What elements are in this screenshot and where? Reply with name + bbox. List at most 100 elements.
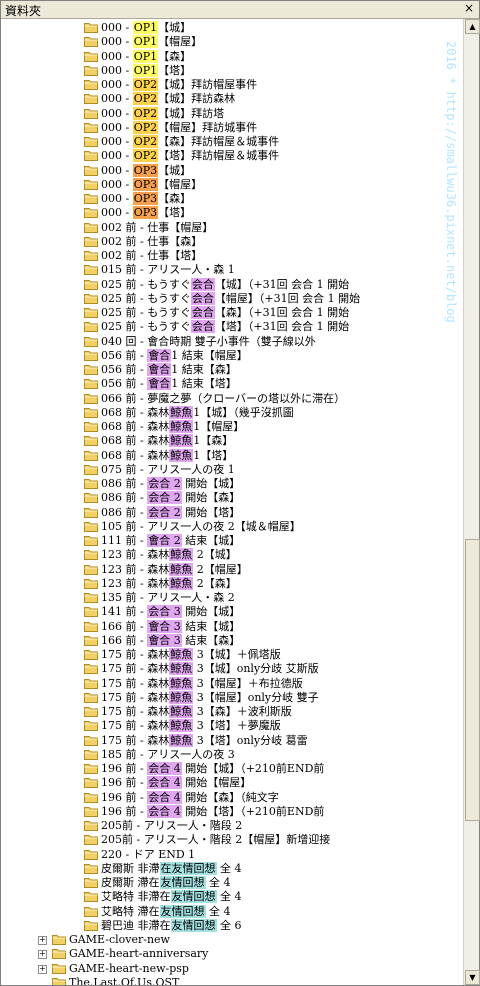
tree-item[interactable]: 123 前 - 森林鯨魚 2【帽屋】 [84,562,248,577]
tree-item[interactable]: 056 前 - 會合1 結束【帽屋】 [84,348,248,363]
item-label: 3【森】＋波利斯版 [193,705,292,718]
tree-item[interactable]: 196 前 - 会合 4 開始【森】（純文字 [84,790,279,805]
tree-item[interactable]: 056 前 - 會合1 結束【森】 [84,363,237,377]
tree-item[interactable]: 碧巴迪 非滯在友情回想 全 6 [84,918,242,933]
highlighted-label: OP2 [132,106,159,120]
tree-item[interactable]: 025 前 - もうすぐ会合【城】（+31回 会合 1 開始 [84,277,349,292]
folder-icon [84,378,98,390]
scroll-down-button[interactable]: ▼ [465,970,480,985]
highlighted-label: OP3 [132,206,159,220]
expand-icon[interactable]: + [38,964,47,974]
highlighted-label: 友情回想 [159,876,206,889]
tree-item[interactable]: 000 - OP3【森】 [84,192,191,206]
tree-item[interactable]: 000 - OP2【城】拜訪森林 [84,92,235,106]
tree-item[interactable]: 056 前 - 會合1 結束【塔】 [84,377,237,391]
folder-icon [84,507,98,518]
tree-item[interactable]: 075 前 - アリス一人の夜 1 [84,463,235,477]
tree-item[interactable]: 艾略特 滯在友情回想 全 4 [84,904,231,919]
vertical-scrollbar[interactable]: ▲ ▼ [463,19,480,985]
highlighted-label: 鯨魚 [169,705,194,718]
tree-item[interactable]: 068 前 - 森林鯨魚1【塔】 [84,448,233,463]
item-label: 1 結束【帽屋】 [171,348,248,362]
tree-item[interactable]: 000 - OP2【城】拜訪帽屋事件 [84,78,257,92]
tree-item[interactable]: 025 前 - もうすぐ会合【帽屋】（+31回 会合 1 開始 [84,291,360,306]
item-label: 開始【城】（+210前END前 [181,762,325,775]
tree-item[interactable]: 002 前 - 仕事【塔】 [84,249,202,263]
item-label: 196 前 - [101,776,148,790]
tree-item[interactable]: 000 - OP3【帽屋】 [84,177,202,192]
tree-item[interactable]: 皮爾斯 非滯在友情回想 全 4 [84,861,242,876]
item-label: 000 - [101,21,133,34]
folder-icon [84,350,98,361]
top-folder-item[interactable]: GAME-heart-new-psp [52,962,189,976]
tree-item[interactable]: 086 前 - 会合 2 開始【城】 [84,477,240,491]
folder-icon [84,849,98,860]
item-label: 196 前 - [101,804,148,818]
item-label: 【城】拜訪塔 [158,106,225,120]
scroll-thumb[interactable] [465,539,480,821]
tree-item[interactable]: 015 前 - アリス一人・森 1 [84,263,235,277]
tree-item[interactable]: 086 前 - 会合 2 開始【塔】 [84,505,241,520]
top-folder-item[interactable]: GAME-clover-new [52,933,170,947]
tree-item[interactable]: 105 前 - アリス一人の夜 2【城＆帽屋】 [84,520,301,534]
tree-item[interactable]: 艾略特 非滯在友情回想 全 4 [84,890,242,904]
tree-item[interactable]: 068 前 - 森林鯨魚1【帽屋】 [84,420,244,434]
tree-item[interactable]: 196 前 - 会合 4 開始【帽屋】 [84,776,251,790]
tree-item[interactable]: 040 回 - 會合時期 雙子小事件（雙子線以外 [84,335,316,349]
top-folder-item[interactable]: The.Last.Of.Us.OST [52,976,179,985]
tree-item[interactable]: 175 前 - 森林鯨魚 3【城】＋佩塔版 [84,648,281,662]
tree-item[interactable]: 000 - OP2【城】拜訪塔 [84,106,225,121]
tree-item[interactable]: 025 前 - もうすぐ会合【森】（+31回 会合 1 開始 [84,306,349,320]
highlighted-label: 會合 2 [147,534,182,547]
tree-item[interactable]: 皮爾斯 滯在友情回想 全 4 [84,876,231,890]
folder-icon [84,635,98,646]
tree-item[interactable]: 175 前 - 森林鯨魚 3【城】only分歧 艾斯版 [84,662,319,676]
tree-item[interactable]: 166 前 - 會合 3 結束【城】 [84,619,240,634]
tree-item[interactable]: 175 前 - 森林鯨魚 3【塔】only分岐 葛雷 [84,733,308,748]
close-icon[interactable]: × [464,1,474,15]
tree-item[interactable]: 205前 - アリス一人・階段 2 [84,819,242,833]
tree-item[interactable]: 000 - OP1【帽屋】 [84,35,202,49]
item-label: 141 前 - [101,605,148,619]
item-label: 【森】拜訪帽屋＆城事件 [158,135,280,148]
tree-item[interactable]: 000 - OP2【塔】拜訪帽屋＆城事件 [84,149,279,163]
tree-item[interactable]: 000 - OP3【城】 [84,163,191,178]
tree-item[interactable]: 086 前 - 会合 2 開始【森】 [84,491,240,505]
tree-item[interactable]: 196 前 - 会合 4 開始【塔】（+210前END前 [84,804,324,819]
tree-item[interactable]: 068 前 - 森林鯨魚1【森】 [84,434,233,448]
tree-item[interactable]: 166 前 - 會合 3 結束【森】 [84,633,240,648]
tree-item[interactable]: 000 - OP1【塔】 [84,63,191,78]
tree-item[interactable]: 205前 - アリス一人・階段 2【帽屋】新增迎接 [84,833,330,847]
tree-item[interactable]: 123 前 - 森林鯨魚 2【城】 [84,548,237,562]
tree-item[interactable]: 000 - OP2【帽屋】拜訪城事件 [84,120,257,135]
scroll-up-button[interactable]: ▲ [465,19,480,34]
tree-item[interactable]: 066 前 - 夢魔之夢（クローバーの塔以外に滞在） [84,392,345,406]
tree-item[interactable]: 000 - OP3【塔】 [84,206,191,220]
tree-item[interactable]: 000 - OP1【森】 [84,49,191,64]
tree-item[interactable]: 185 前 - アリス一人の夜 3 [84,748,235,762]
tree-item[interactable]: 002 前 - 仕事【帽屋】 [84,221,213,235]
tree-item[interactable]: 220 - ドア END 1 [84,848,195,862]
tree-item[interactable]: 175 前 - 森林鯨魚 3【帽屋】only分岐 雙子 [84,690,319,705]
tree-item[interactable]: 002 前 - 仕事【森】 [84,235,202,249]
tree-item[interactable]: 196 前 - 会合 4 開始【城】（+210前END前 [84,762,324,776]
highlighted-label: 會合 [147,377,172,391]
tree-item[interactable]: 000 - OP1【城】 [84,21,191,35]
tree-item[interactable]: 175 前 - 森林鯨魚 3【塔】＋夢魔版 [84,719,281,733]
tree-item[interactable]: 141 前 - 会合 3 開始【城】 [84,605,240,619]
expand-icon[interactable]: + [38,950,47,960]
window-title: 資料夾 [5,4,42,18]
item-label: 開始【塔】 [181,505,241,519]
tree-item[interactable]: 135 前 - アリス一人・森 2 [84,591,235,605]
item-label: 皮爾斯 非滯 [101,861,160,875]
tree-item[interactable]: 025 前 - もうすぐ会合【塔】（+31回 会合 1 開始 [84,320,349,334]
tree-item[interactable]: 175 前 - 森林鯨魚 3【帽屋】＋布拉德版 [84,676,303,691]
tree-item[interactable]: 111 前 - 會合 2 結束【城】 [84,534,240,548]
item-label: 【城】拜訪帽屋事件 [158,78,258,91]
top-folder-item[interactable]: GAME-heart-anniversary [52,947,208,961]
tree-item[interactable]: 068 前 - 森林鯨魚1【城】（幾乎沒抓圖 [84,405,294,420]
tree-item[interactable]: 175 前 - 森林鯨魚 3【森】＋波利斯版 [84,705,292,719]
tree-item[interactable]: 123 前 - 森林鯨魚 2【森】 [84,576,237,591]
expand-icon[interactable]: + [38,936,47,945]
tree-item[interactable]: 000 - OP2【森】拜訪帽屋＆城事件 [84,135,279,149]
